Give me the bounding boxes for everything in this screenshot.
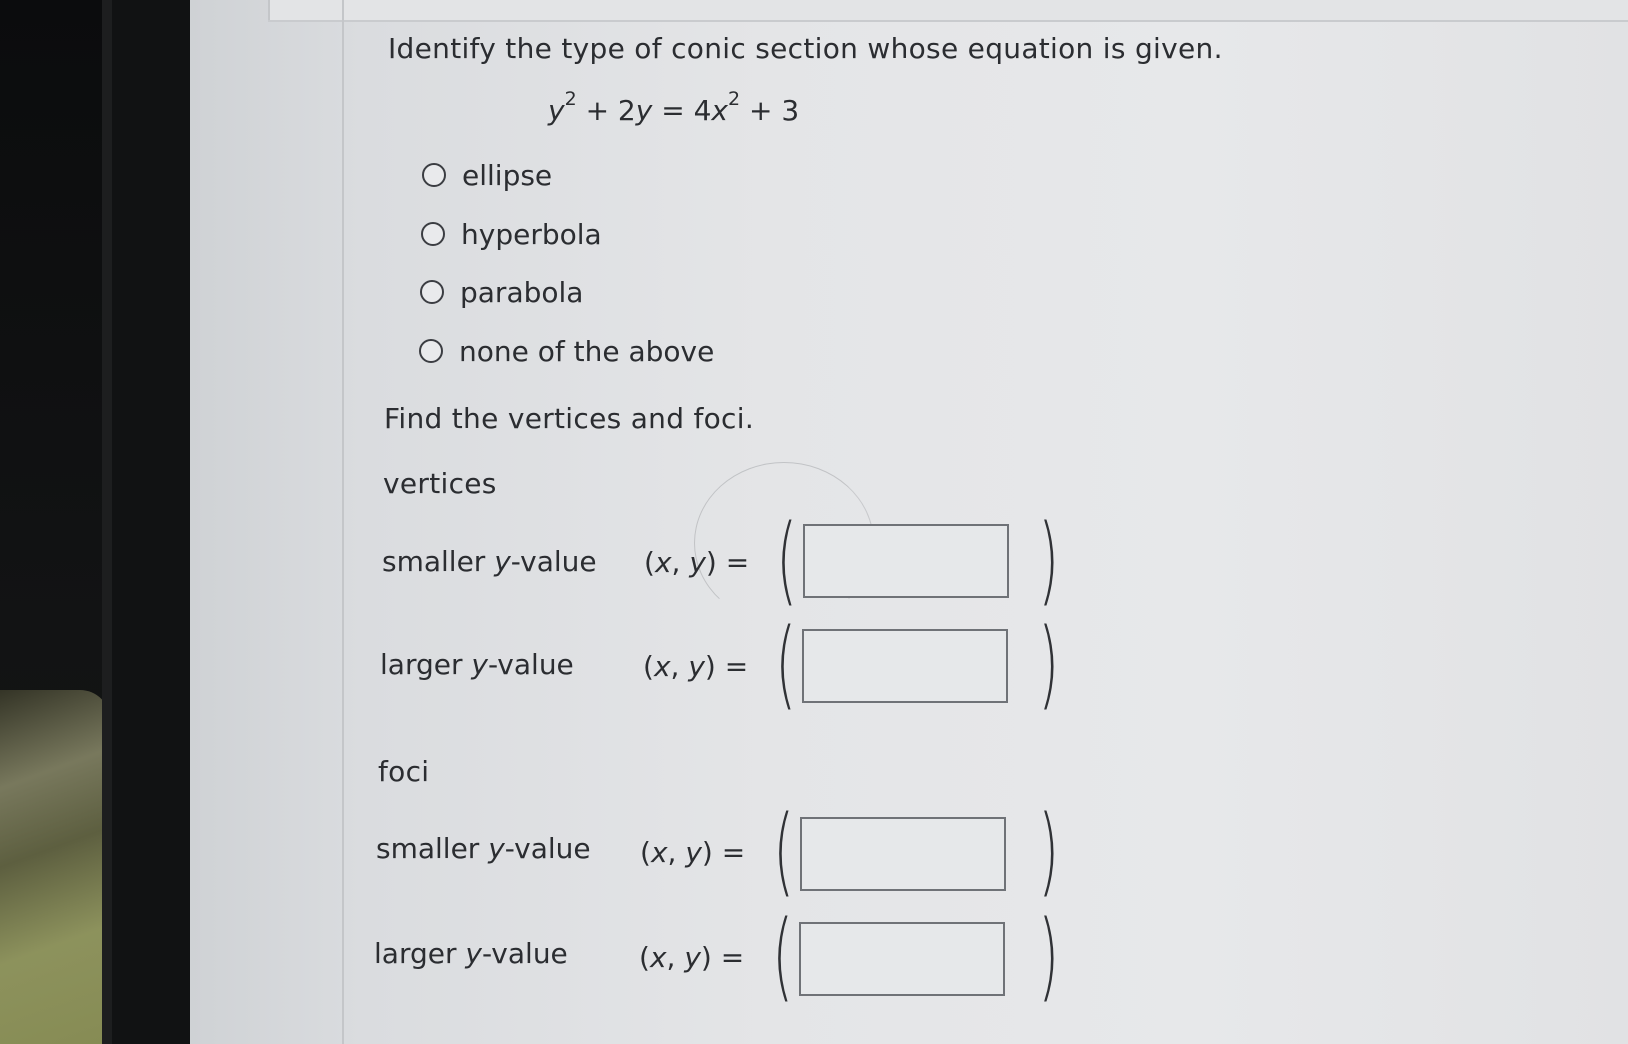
close-paren: )	[1038, 504, 1060, 616]
answer-field[interactable]	[805, 526, 1007, 596]
vertex-smaller-y-input[interactable]	[803, 524, 1009, 598]
focus-smaller-y-input[interactable]	[800, 817, 1006, 891]
xy-label: (x, y) =	[640, 836, 746, 869]
answer-field[interactable]	[804, 631, 1006, 701]
bezel-reflection	[0, 690, 110, 1044]
open-paren: (	[772, 900, 794, 1012]
close-paren: )	[1038, 608, 1060, 720]
open-paren: (	[775, 608, 797, 720]
option-hyperbola[interactable]: hyperbola	[421, 217, 602, 251]
xy-label: (x, y) =	[639, 941, 745, 974]
focus-smaller-y-label: smaller y-value	[376, 832, 591, 865]
radio-button[interactable]	[420, 280, 444, 304]
question-panel-top	[268, 0, 1628, 20]
option-label: hyperbola	[461, 217, 602, 251]
radio-button[interactable]	[419, 339, 443, 363]
monitor-frame-edge	[102, 0, 112, 1044]
radio-button[interactable]	[421, 222, 445, 246]
question-prompt: Identify the type of conic section whose…	[388, 32, 1223, 65]
panel-divider-vertical	[342, 0, 344, 1044]
option-label: parabola	[460, 275, 584, 309]
option-parabola[interactable]: parabola	[420, 275, 583, 309]
vertex-smaller-y-label: smaller y-value	[382, 545, 597, 578]
option-none-of-the-above[interactable]: none of the above	[419, 334, 714, 368]
vertex-larger-y-label: larger y-value	[380, 648, 574, 681]
option-label: none of the above	[459, 334, 715, 368]
focus-larger-y-input[interactable]	[799, 922, 1005, 996]
panel-divider-horizontal	[268, 20, 1628, 22]
foci-heading: foci	[378, 755, 430, 788]
focus-larger-y-label: larger y-value	[374, 937, 568, 970]
close-paren: )	[1038, 900, 1060, 1012]
xy-label: (x, y) =	[643, 650, 749, 683]
answer-field[interactable]	[802, 819, 1004, 889]
option-ellipse[interactable]: ellipse	[422, 158, 552, 192]
xy-label: (x, y) =	[644, 546, 750, 579]
vertices-heading: vertices	[383, 467, 497, 500]
vertices-foci-prompt: Find the vertices and foci.	[384, 402, 755, 435]
vertex-larger-y-input[interactable]	[802, 629, 1008, 703]
conic-equation: y2 + 2y = 4x2 + 3	[548, 88, 800, 127]
close-paren: )	[1038, 795, 1060, 907]
answer-field[interactable]	[801, 924, 1003, 994]
open-paren: (	[776, 504, 798, 616]
option-label: ellipse	[462, 158, 553, 192]
open-paren: (	[773, 795, 795, 907]
radio-button[interactable]	[422, 163, 446, 187]
